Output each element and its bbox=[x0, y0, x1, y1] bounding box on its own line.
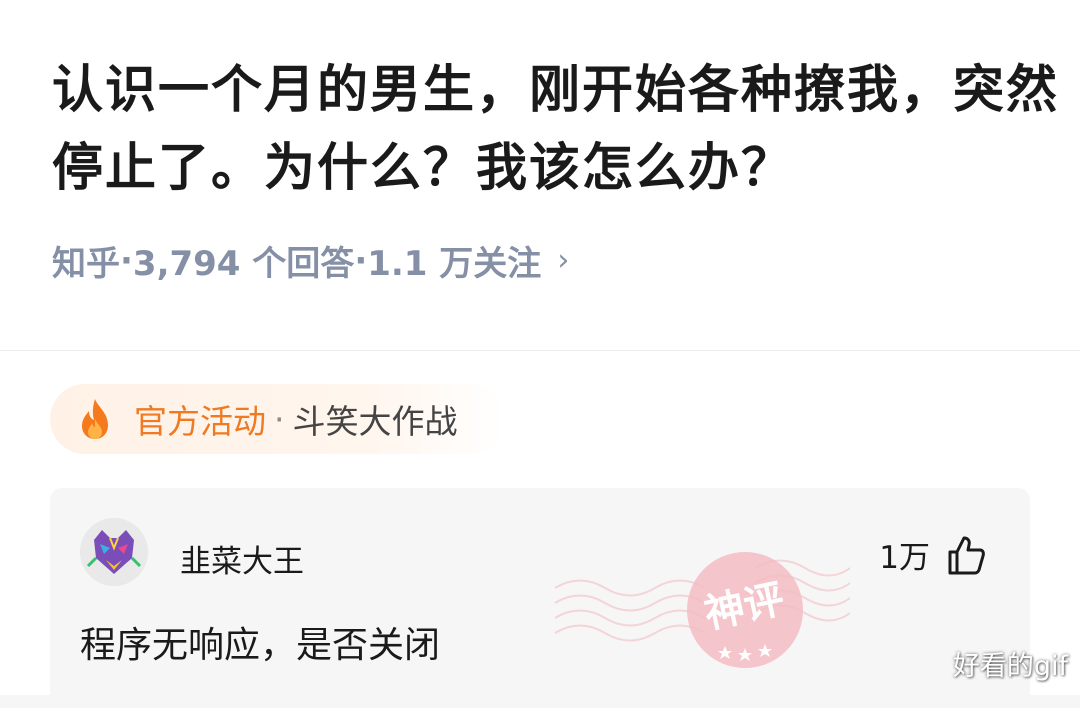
like-count: 1万 bbox=[879, 540, 930, 576]
question-card: 认识一个月的男生，刚开始各种撩我，突然停止了。为什么？我该怎么办？ 知乎 · 3… bbox=[0, 0, 1080, 351]
question-title[interactable]: 认识一个月的男生，刚开始各种撩我，突然停止了。为什么？我该怎么办？ bbox=[52, 52, 1062, 208]
watermark: 好看的gif bbox=[952, 651, 1068, 682]
activity-name: 斗笑大作战 bbox=[292, 402, 458, 441]
meta-separator: · bbox=[120, 240, 133, 281]
hot-comment-card[interactable]: 神评 韭菜大王 1万 程序无响应，是否关闭 bbox=[50, 488, 1030, 708]
like-button[interactable]: 1万 bbox=[879, 532, 986, 577]
fire-icon bbox=[82, 399, 108, 439]
answer-count: 3,794 个回答 bbox=[132, 244, 355, 284]
avatar[interactable] bbox=[80, 518, 148, 586]
hot-comment-stamp: 神评 bbox=[554, 552, 850, 668]
source-label: 知乎 bbox=[52, 244, 120, 284]
activity-label: 官方活动 bbox=[134, 402, 266, 441]
follower-count: 1.1 万关注 bbox=[367, 244, 542, 284]
chevron-right-icon[interactable]: › bbox=[557, 243, 569, 278]
comment-author[interactable]: 韭菜大王 bbox=[180, 536, 304, 581]
meta-separator: · bbox=[354, 240, 368, 281]
thumbs-up-icon bbox=[948, 536, 985, 574]
question-meta[interactable]: 知乎 · 3,794 个回答 · 1.1 万关注 › bbox=[52, 236, 569, 285]
activity-tag[interactable]: 官方活动 · 斗笑大作战 bbox=[50, 384, 506, 454]
activity-separator: · bbox=[274, 399, 285, 439]
comment-text: 程序无响应，是否关闭 bbox=[80, 625, 441, 666]
